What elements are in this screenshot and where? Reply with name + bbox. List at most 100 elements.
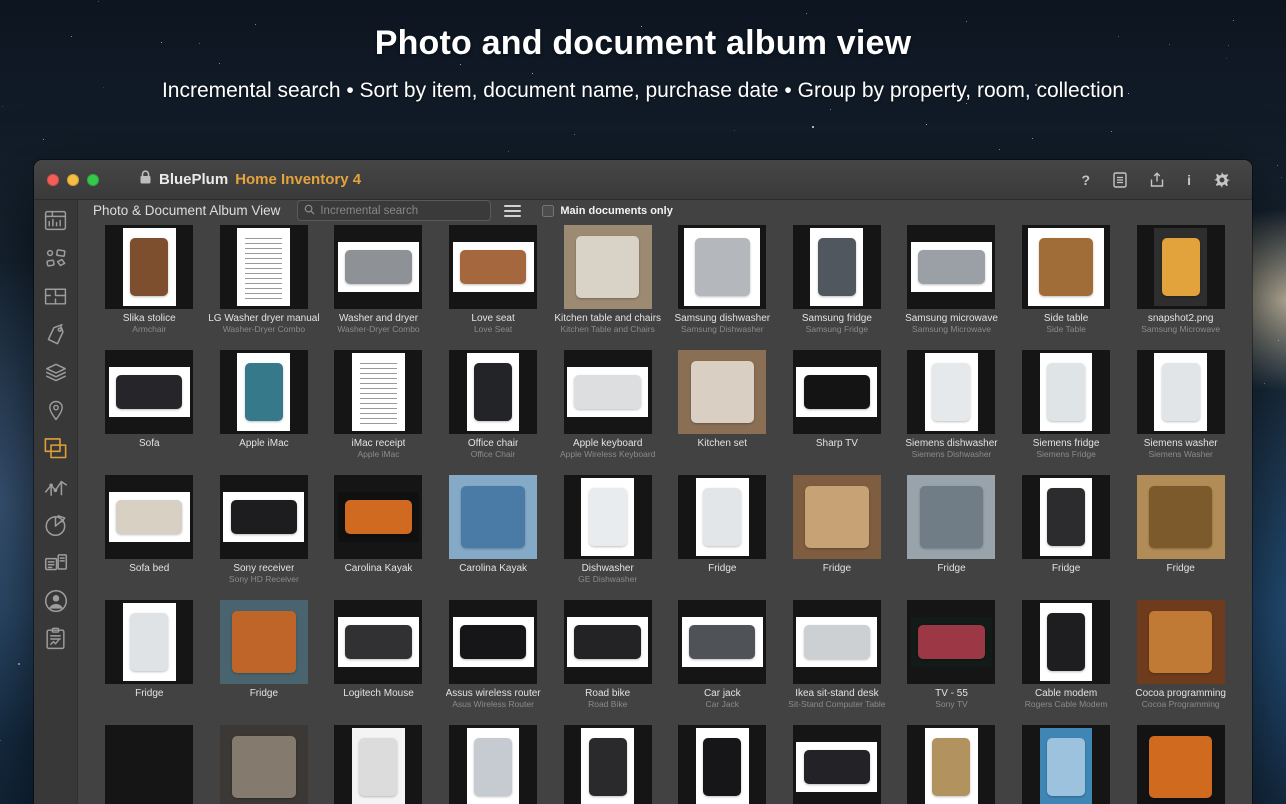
item-thumbnail[interactable] [334,225,423,309]
item-thumbnail[interactable] [678,225,767,309]
sidebar-item-floorplan-icon[interactable] [42,283,69,310]
album-item[interactable]: Sharp TV [780,350,895,475]
album-item[interactable]: Road bike Road Bike [550,600,665,725]
album-item[interactable]: Fridge [92,600,207,725]
sidebar-item-value-chart-icon[interactable] [42,473,69,500]
item-thumbnail[interactable] [678,600,767,684]
item-thumbnail[interactable] [105,225,194,309]
album-item[interactable] [207,725,322,804]
album-item[interactable] [436,725,551,804]
album-item[interactable] [780,725,895,804]
sidebar-item-tags-icon[interactable] [42,321,69,348]
item-thumbnail[interactable] [334,350,423,434]
album-item[interactable]: Fridge [1123,475,1238,600]
sidebar-item-photo-albums-icon[interactable] [42,435,69,462]
item-thumbnail[interactable] [1022,600,1111,684]
search-field[interactable] [297,200,492,221]
close-button[interactable] [47,173,59,186]
album-item[interactable] [321,725,436,804]
album-item[interactable]: LG Washer dryer manual Washer-Dryer Comb… [207,225,322,350]
album-item[interactable] [1123,725,1238,804]
help-icon[interactable]: ? [1082,172,1091,188]
album-item[interactable]: Fridge [1009,475,1124,600]
item-thumbnail[interactable] [1136,600,1225,684]
album-item[interactable]: Apple keyboard Apple Wireless Keyboard [550,350,665,475]
item-thumbnail[interactable] [1022,475,1111,559]
item-thumbnail[interactable] [563,350,652,434]
album-item[interactable]: Kitchen table and chairs Kitchen Table a… [550,225,665,350]
album-item[interactable]: Siemens dishwasher Siemens Dishwasher [894,350,1009,475]
item-thumbnail[interactable] [1022,350,1111,434]
item-thumbnail[interactable] [907,475,996,559]
item-thumbnail[interactable] [907,725,996,804]
hamburger-menu-icon[interactable] [504,204,522,217]
document-icon[interactable] [1113,172,1127,188]
album-item[interactable]: Carolina Kayak [321,475,436,600]
item-thumbnail[interactable] [563,725,652,804]
album-item[interactable]: Fridge [894,475,1009,600]
album-item[interactable]: Love seat Love Seat [436,225,551,350]
item-thumbnail[interactable] [1022,225,1111,309]
share-icon[interactable] [1150,172,1164,188]
sidebar-item-devices-icon[interactable] [42,549,69,576]
item-thumbnail[interactable] [219,350,308,434]
sidebar-item-locations-icon[interactable] [42,397,69,424]
album-item[interactable]: iMac receipt Apple iMac [321,350,436,475]
item-thumbnail[interactable] [907,225,996,309]
album-item[interactable]: snapshot2.png Samsung Microwave [1123,225,1238,350]
item-thumbnail[interactable] [1136,225,1225,309]
album-item[interactable] [1009,725,1124,804]
album-item[interactable]: TV - 55 Sony TV [894,600,1009,725]
album-item[interactable]: Side table Side Table [1009,225,1124,350]
item-thumbnail[interactable] [219,725,308,804]
item-thumbnail[interactable] [563,600,652,684]
item-thumbnail[interactable] [219,600,308,684]
album-item[interactable] [550,725,665,804]
item-thumbnail[interactable] [449,475,538,559]
album-item[interactable]: Apple iMac [207,350,322,475]
item-thumbnail[interactable] [449,225,538,309]
item-thumbnail[interactable] [792,350,881,434]
sidebar-item-contacts-icon[interactable] [42,587,69,614]
album-item[interactable]: Sofa [92,350,207,475]
item-thumbnail[interactable] [449,350,538,434]
item-thumbnail[interactable] [105,475,194,559]
album-item[interactable] [665,725,780,804]
album-item[interactable]: Siemens fridge Siemens Fridge [1009,350,1124,475]
settings-gear-icon[interactable] [1214,172,1230,188]
item-thumbnail[interactable] [105,600,194,684]
sidebar-item-items-icon[interactable] [42,245,69,272]
item-thumbnail[interactable] [1136,725,1225,804]
album-item[interactable]: Siemens washer Siemens Washer [1123,350,1238,475]
album-item[interactable]: Office chair Office Chair [436,350,551,475]
album-item[interactable]: Samsung microwave Samsung Microwave [894,225,1009,350]
item-thumbnail[interactable] [334,600,423,684]
item-thumbnail[interactable] [792,475,881,559]
item-thumbnail[interactable] [105,725,194,804]
item-thumbnail[interactable] [678,725,767,804]
album-item[interactable]: Ikea sit-stand desk Sit-Stand Computer T… [780,600,895,725]
item-thumbnail[interactable] [334,725,423,804]
sidebar-item-pie-report-icon[interactable] [42,511,69,538]
item-thumbnail[interactable] [678,350,767,434]
item-thumbnail[interactable] [907,600,996,684]
item-thumbnail[interactable] [219,475,308,559]
main-documents-checkbox[interactable] [542,204,555,217]
album-item[interactable]: Cocoa programming Cocoa Programming [1123,600,1238,725]
item-thumbnail[interactable] [1136,475,1225,559]
album-item[interactable]: Fridge [207,600,322,725]
sidebar-item-collections-icon[interactable] [42,359,69,386]
item-thumbnail[interactable] [792,225,881,309]
zoom-button[interactable] [87,173,99,186]
album-item[interactable]: Samsung fridge Samsung Fridge [780,225,895,350]
item-thumbnail[interactable] [792,600,881,684]
album-item[interactable]: Sony receiver Sony HD Receiver [207,475,322,600]
album-item[interactable]: Washer and dryer Washer-Dryer Combo [321,225,436,350]
album-item[interactable]: Car jack Car Jack [665,600,780,725]
album-item[interactable]: Samsung dishwasher Samsung Dishwasher [665,225,780,350]
album-item[interactable]: Sofa bed [92,475,207,600]
album-item[interactable]: Slika stolice Armchair [92,225,207,350]
album-item[interactable]: Cable modem Rogers Cable Modem [1009,600,1124,725]
item-thumbnail[interactable] [334,475,423,559]
item-thumbnail[interactable] [219,225,308,309]
